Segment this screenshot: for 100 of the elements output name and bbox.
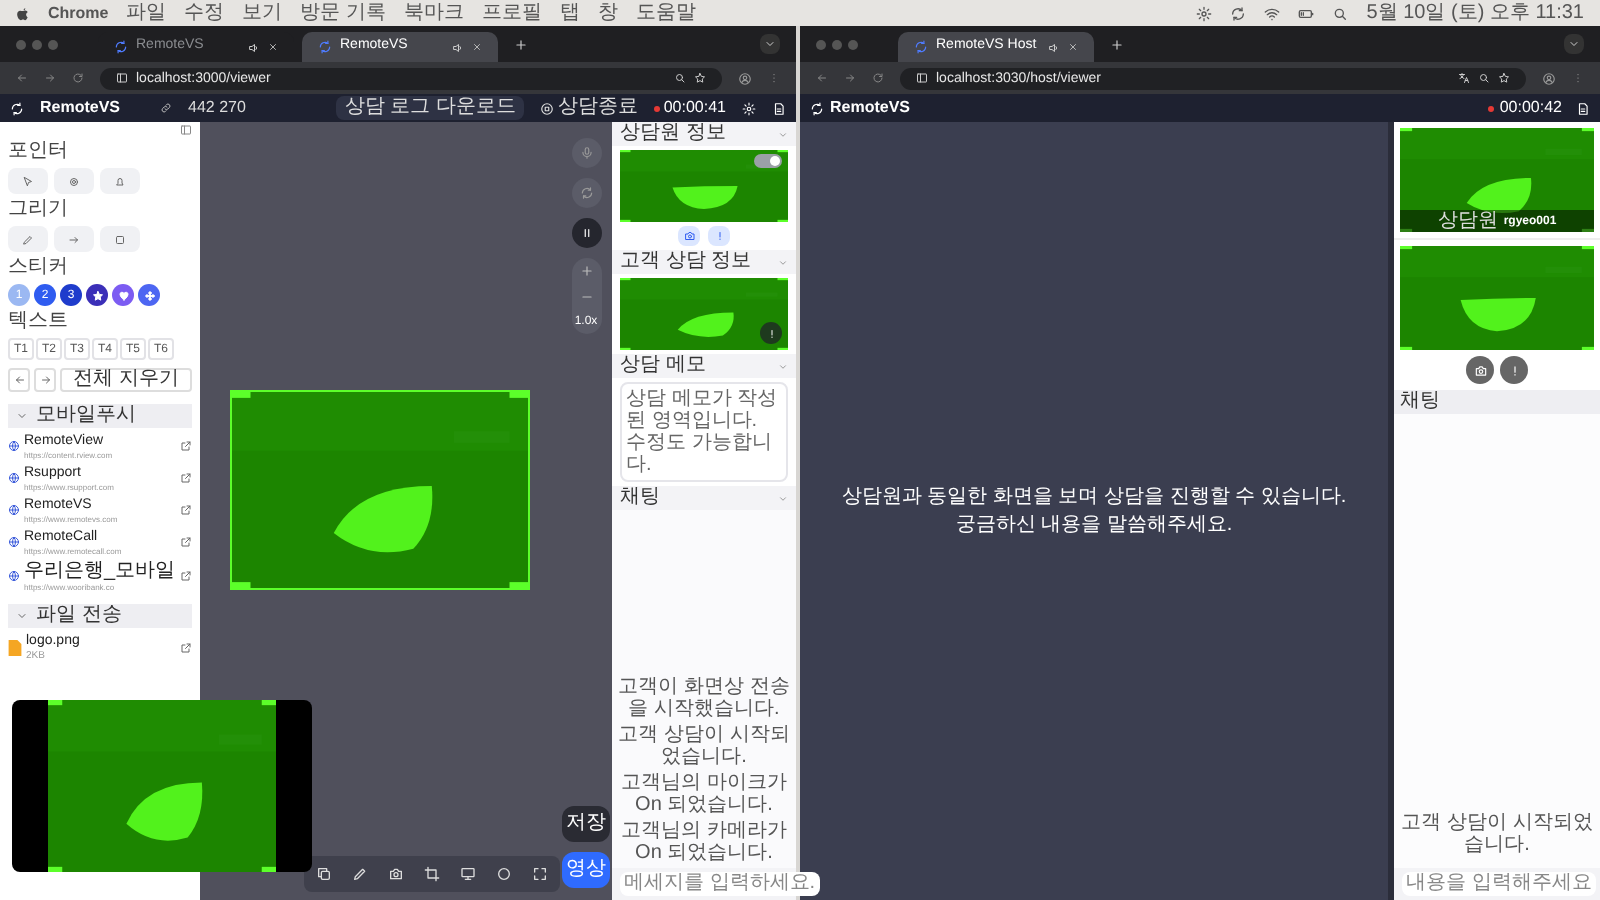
menu-item[interactable]: Chrome xyxy=(48,5,109,21)
session-timer: 00:00:42 xyxy=(1499,100,1562,116)
clear-all-button[interactable]: 전체 지우기 xyxy=(60,368,192,392)
menu-item[interactable]: 프로필 xyxy=(482,3,543,23)
target-icon xyxy=(68,175,80,187)
capture-button[interactable] xyxy=(678,226,700,246)
link-name[interactable]: 우리은행_모바일 xyxy=(24,560,176,582)
file-icon xyxy=(8,639,22,655)
sync-icon xyxy=(579,186,593,200)
new-tab-icon[interactable] xyxy=(514,37,528,51)
pen-icon xyxy=(22,233,34,245)
reload-icon[interactable] xyxy=(872,72,884,84)
apple-icon[interactable] xyxy=(16,5,30,21)
sticker-button[interactable] xyxy=(86,284,108,306)
globe-icon xyxy=(8,504,20,516)
tool-button[interactable] xyxy=(100,226,140,252)
close-icon[interactable] xyxy=(268,42,278,52)
memo-field[interactable]: 상담 메모가 작성된 영역입니다. 수정도 가능합니다. xyxy=(620,382,788,482)
battery-icon[interactable] xyxy=(1298,5,1315,21)
document-icon[interactable] xyxy=(772,101,786,115)
caption-label: 상담원 xyxy=(1437,211,1498,231)
sticker-button[interactable] xyxy=(138,284,160,306)
message-input[interactable]: 메세지를 입력하세요. xyxy=(620,872,820,896)
end-session-button[interactable]: 상담종료 xyxy=(539,98,638,118)
translate-icon[interactable] xyxy=(1458,72,1470,84)
video-button[interactable]: 영상 xyxy=(562,852,610,888)
search-icon[interactable] xyxy=(1332,5,1349,21)
chevron-icon[interactable] xyxy=(1564,34,1584,54)
section-title: 스티커 xyxy=(8,256,70,280)
bookmark-star-icon[interactable] xyxy=(694,72,706,84)
globe-icon xyxy=(8,472,20,484)
section-header[interactable]: 파일 전송 xyxy=(8,604,192,628)
camera-icon[interactable] xyxy=(388,866,404,882)
wifi-icon[interactable] xyxy=(1264,5,1281,21)
tool-button[interactable] xyxy=(54,168,94,194)
stop-icon xyxy=(539,101,554,115)
speaker-icon[interactable] xyxy=(452,41,464,53)
menu-item[interactable]: 창 xyxy=(598,3,619,23)
reload-icon[interactable] xyxy=(72,72,84,84)
new-tab-icon[interactable] xyxy=(1110,37,1124,51)
profile-icon[interactable] xyxy=(1542,71,1556,85)
external-link-icon[interactable] xyxy=(180,641,192,653)
expand-icon[interactable] xyxy=(532,866,548,882)
notice-text: 상담원과 동일한 화면을 보며 상담을 진행할 수 있습니다. xyxy=(841,485,1347,509)
back-icon[interactable] xyxy=(816,72,828,84)
chevron-icon[interactable] xyxy=(760,34,780,54)
menu-item[interactable]: 도움말 xyxy=(636,3,697,23)
pause-button[interactable] xyxy=(571,218,601,248)
menu-item[interactable]: 보기 xyxy=(242,3,283,23)
message-input[interactable]: 내용을 입력해주세요 xyxy=(1402,872,1596,896)
capture-button[interactable] xyxy=(1466,356,1494,384)
chat-message: 고객님의 카메라가 On 되었습니다. xyxy=(619,820,789,864)
search-icon[interactable] xyxy=(1478,72,1490,84)
link-icon xyxy=(160,102,173,114)
profile-icon[interactable] xyxy=(738,71,752,85)
collapse-icon[interactable] xyxy=(180,124,192,136)
sync-icon[interactable] xyxy=(1230,5,1247,21)
external-link-icon[interactable] xyxy=(180,440,192,452)
menu-item[interactable]: 방문 기록 xyxy=(300,3,387,23)
chat-message: 고객님의 마이크가 On 되었습니다. xyxy=(619,772,789,816)
camera-icon xyxy=(683,230,695,242)
globe-icon xyxy=(8,570,20,582)
bookmark-star-icon[interactable] xyxy=(1498,72,1510,84)
mic-icon xyxy=(579,146,593,160)
toggle-switch[interactable] xyxy=(754,154,782,168)
menu-item[interactable]: 탭 xyxy=(560,3,581,23)
log-download-button[interactable]: 상담 로그 다운로드 xyxy=(336,96,524,120)
section-title: 상담원 정보 xyxy=(620,124,726,144)
cursor-icon xyxy=(22,175,34,187)
close-icon[interactable] xyxy=(1068,42,1078,52)
external-link-icon[interactable] xyxy=(180,536,192,548)
search-icon[interactable] xyxy=(674,72,686,84)
chat-message: 고객 상담이 시작되었습니다. xyxy=(1399,812,1595,856)
external-link-icon[interactable] xyxy=(180,472,192,484)
menu-item[interactable]: 파일 xyxy=(126,3,167,23)
logo-icon xyxy=(10,101,24,115)
copy-icon[interactable] xyxy=(316,866,332,882)
speaker-icon[interactable] xyxy=(248,41,260,53)
rotate-button[interactable] xyxy=(571,178,601,208)
crop-icon[interactable] xyxy=(424,866,440,882)
chevron-icon xyxy=(16,610,28,622)
monitor-icon[interactable] xyxy=(460,866,476,882)
clock[interactable]: 5월 10일 (토) 오후 11:31 xyxy=(1366,3,1584,23)
menu-item[interactable]: 수정 xyxy=(184,3,225,23)
heart-icon xyxy=(117,289,129,301)
speaker-icon[interactable] xyxy=(1048,41,1060,53)
external-link-icon[interactable] xyxy=(180,570,192,582)
chat-message: 고객이 화면상 전송을 시작했습니다. xyxy=(618,676,790,720)
back-icon[interactable] xyxy=(16,72,28,84)
section-header[interactable]: 모바일푸시 xyxy=(8,404,192,428)
menu-item[interactable]: 북마크 xyxy=(404,3,465,23)
document-icon[interactable] xyxy=(1576,101,1590,115)
pen-icon[interactable] xyxy=(352,866,368,882)
arrow-icon xyxy=(68,233,80,245)
circle-icon[interactable] xyxy=(496,866,512,882)
alert-button[interactable] xyxy=(1500,356,1528,384)
external-link-icon[interactable] xyxy=(180,504,192,516)
save-button[interactable]: 저장 xyxy=(562,806,610,842)
close-icon[interactable] xyxy=(472,42,482,52)
sticker-button[interactable] xyxy=(112,284,134,306)
